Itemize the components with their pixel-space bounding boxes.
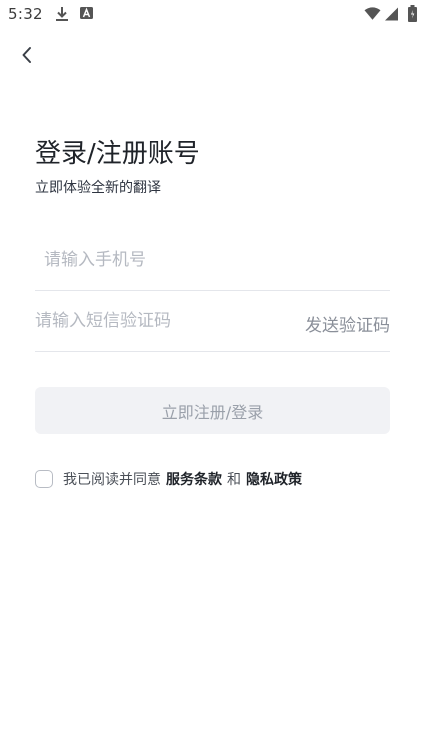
sms-code-field: 发送验证码 bbox=[35, 292, 390, 352]
signal-icon bbox=[385, 7, 398, 21]
wifi-icon bbox=[364, 7, 381, 20]
privacy-policy-link[interactable]: 隐私政策 bbox=[246, 469, 302, 489]
agreement-and: 和 bbox=[227, 472, 241, 488]
status-bar: 5:32 bbox=[0, 0, 425, 30]
agreement-row: 我已阅读并同意 服务条款 和 隐私政策 bbox=[35, 468, 307, 490]
status-time: 5:32 bbox=[8, 5, 43, 23]
register-login-button-label: 立即注册/登录 bbox=[161, 402, 264, 422]
a-letter-icon bbox=[80, 7, 93, 19]
download-icon bbox=[56, 7, 68, 21]
phone-input[interactable] bbox=[44, 231, 384, 289]
chevron-left-icon bbox=[22, 47, 31, 63]
phone-field bbox=[35, 231, 390, 291]
agreement-prefix: 我已阅读并同意 bbox=[63, 472, 161, 488]
terms-of-service-link[interactable]: 服务条款 bbox=[166, 469, 222, 489]
back-button[interactable] bbox=[12, 40, 42, 70]
register-login-button[interactable]: 立即注册/登录 bbox=[35, 387, 390, 434]
sms-code-input[interactable] bbox=[35, 292, 285, 350]
agreement-checkbox[interactable] bbox=[35, 470, 53, 488]
battery-icon bbox=[408, 5, 417, 22]
page-title: 登录/注册账号 bbox=[35, 139, 200, 169]
page-subtitle: 立即体验全新的翻译 bbox=[35, 180, 161, 196]
send-code-button[interactable]: 发送验证码 bbox=[305, 311, 390, 336]
